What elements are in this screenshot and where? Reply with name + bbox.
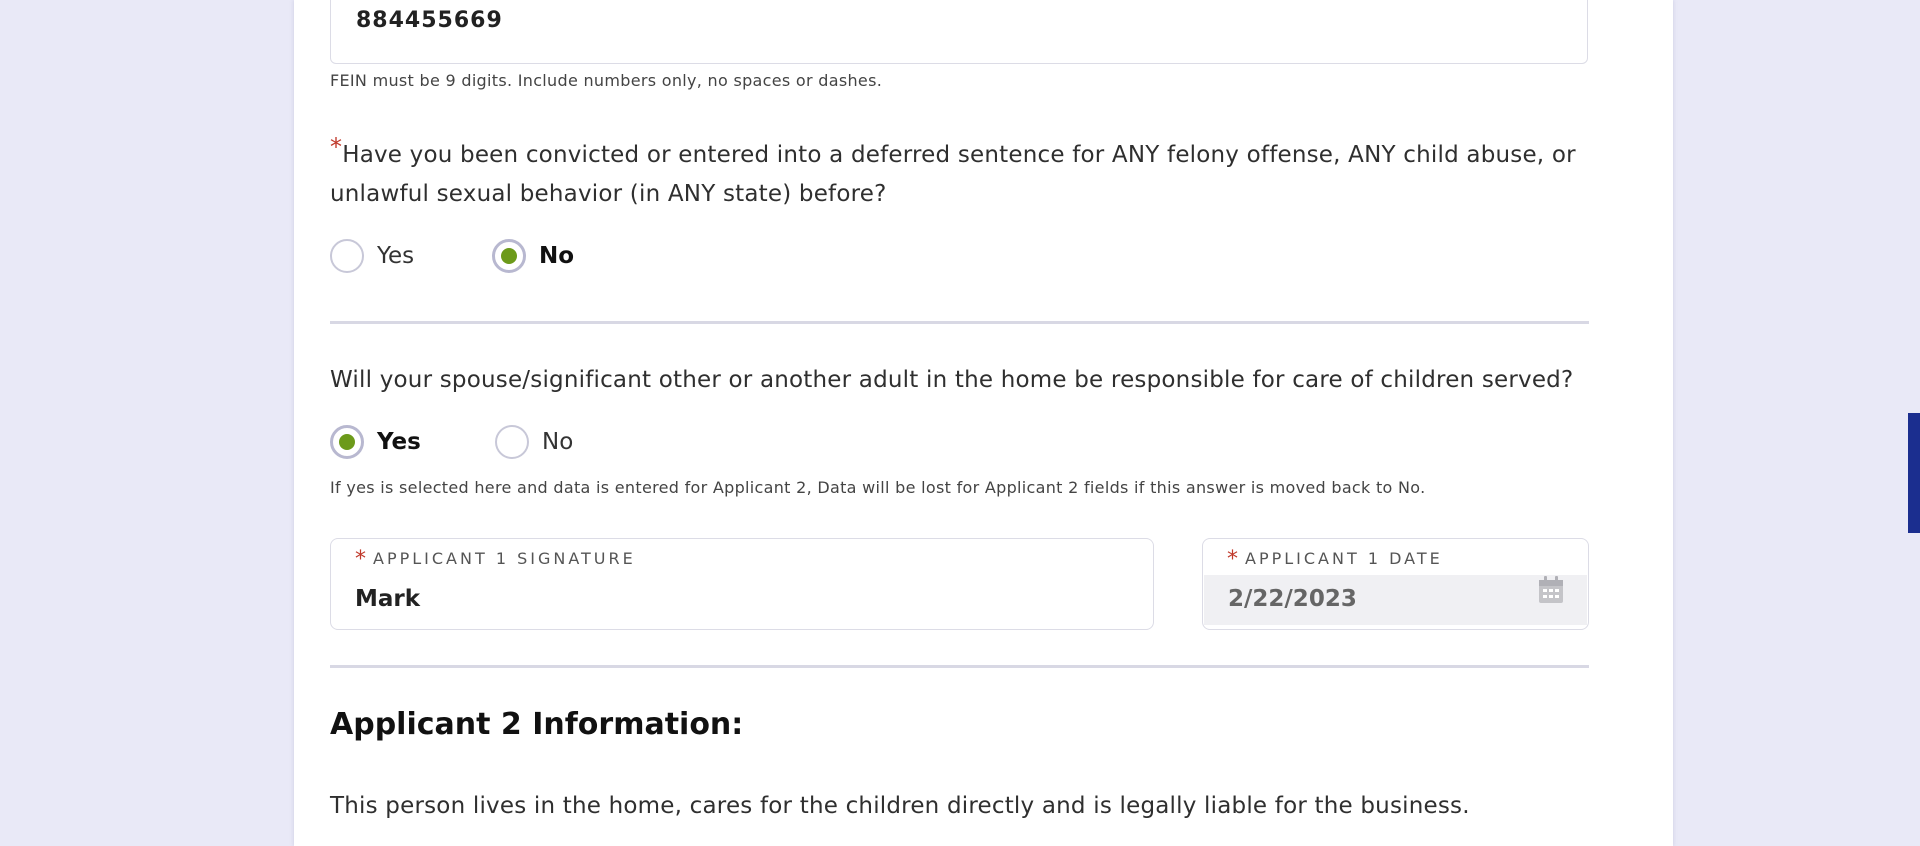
felony-question: *Have you been convicted or entered into… — [330, 133, 1600, 214]
calendar-icon[interactable] — [1537, 575, 1565, 605]
spouse-no-label: No — [542, 429, 574, 455]
fein-hint: FEIN must be 9 digits. Include numbers o… — [330, 71, 883, 90]
section-divider — [330, 321, 1589, 324]
radio-checked-icon — [330, 425, 364, 459]
scrollbar-thumb[interactable] — [1908, 413, 1920, 533]
applicant2-heading: Applicant 2 Information: — [330, 707, 744, 742]
fein-input[interactable]: 884455669 — [330, 0, 1588, 64]
radio-unchecked-icon — [330, 239, 364, 273]
spouse-no-radio[interactable]: No — [495, 425, 573, 459]
radio-unchecked-icon — [495, 425, 529, 459]
signature-label-text: APPLICANT 1 SIGNATURE — [373, 549, 636, 568]
felony-yes-radio[interactable]: Yes — [330, 239, 414, 273]
spouse-yes-label: Yes — [377, 429, 421, 455]
felony-no-radio[interactable]: No — [492, 239, 574, 273]
scrollbar[interactable] — [1908, 0, 1920, 846]
signature-value: Mark — [355, 586, 421, 612]
required-mark: * — [1227, 547, 1241, 572]
spouse-yes-radio[interactable]: Yes — [330, 425, 421, 459]
felony-no-label: No — [539, 243, 575, 269]
date-value: 2/22/2023 — [1228, 586, 1357, 612]
date-input[interactable]: 2/22/2023 — [1204, 575, 1587, 625]
applicant2-description: This person lives in the home, cares for… — [330, 793, 1470, 819]
applicant1-signature-field[interactable]: * APPLICANT 1 SIGNATURE Mark — [330, 538, 1154, 630]
required-mark: * — [330, 133, 343, 161]
signature-label: * APPLICANT 1 SIGNATURE — [355, 549, 636, 571]
section-divider — [330, 665, 1589, 668]
spouse-note: If yes is selected here and data is ente… — [330, 478, 1426, 497]
spouse-question: Will your spouse/significant other or an… — [330, 367, 1574, 393]
required-mark: * — [355, 547, 369, 572]
date-label-text: APPLICANT 1 DATE — [1245, 549, 1443, 568]
fein-value: 884455669 — [356, 8, 503, 33]
applicant1-date-field[interactable]: * APPLICANT 1 DATE 2/22/2023 — [1202, 538, 1589, 630]
radio-checked-icon — [492, 239, 526, 273]
felony-yes-label: Yes — [377, 243, 415, 269]
felony-question-text: Have you been convicted or entered into … — [330, 142, 1576, 207]
date-label: * APPLICANT 1 DATE — [1227, 549, 1443, 571]
